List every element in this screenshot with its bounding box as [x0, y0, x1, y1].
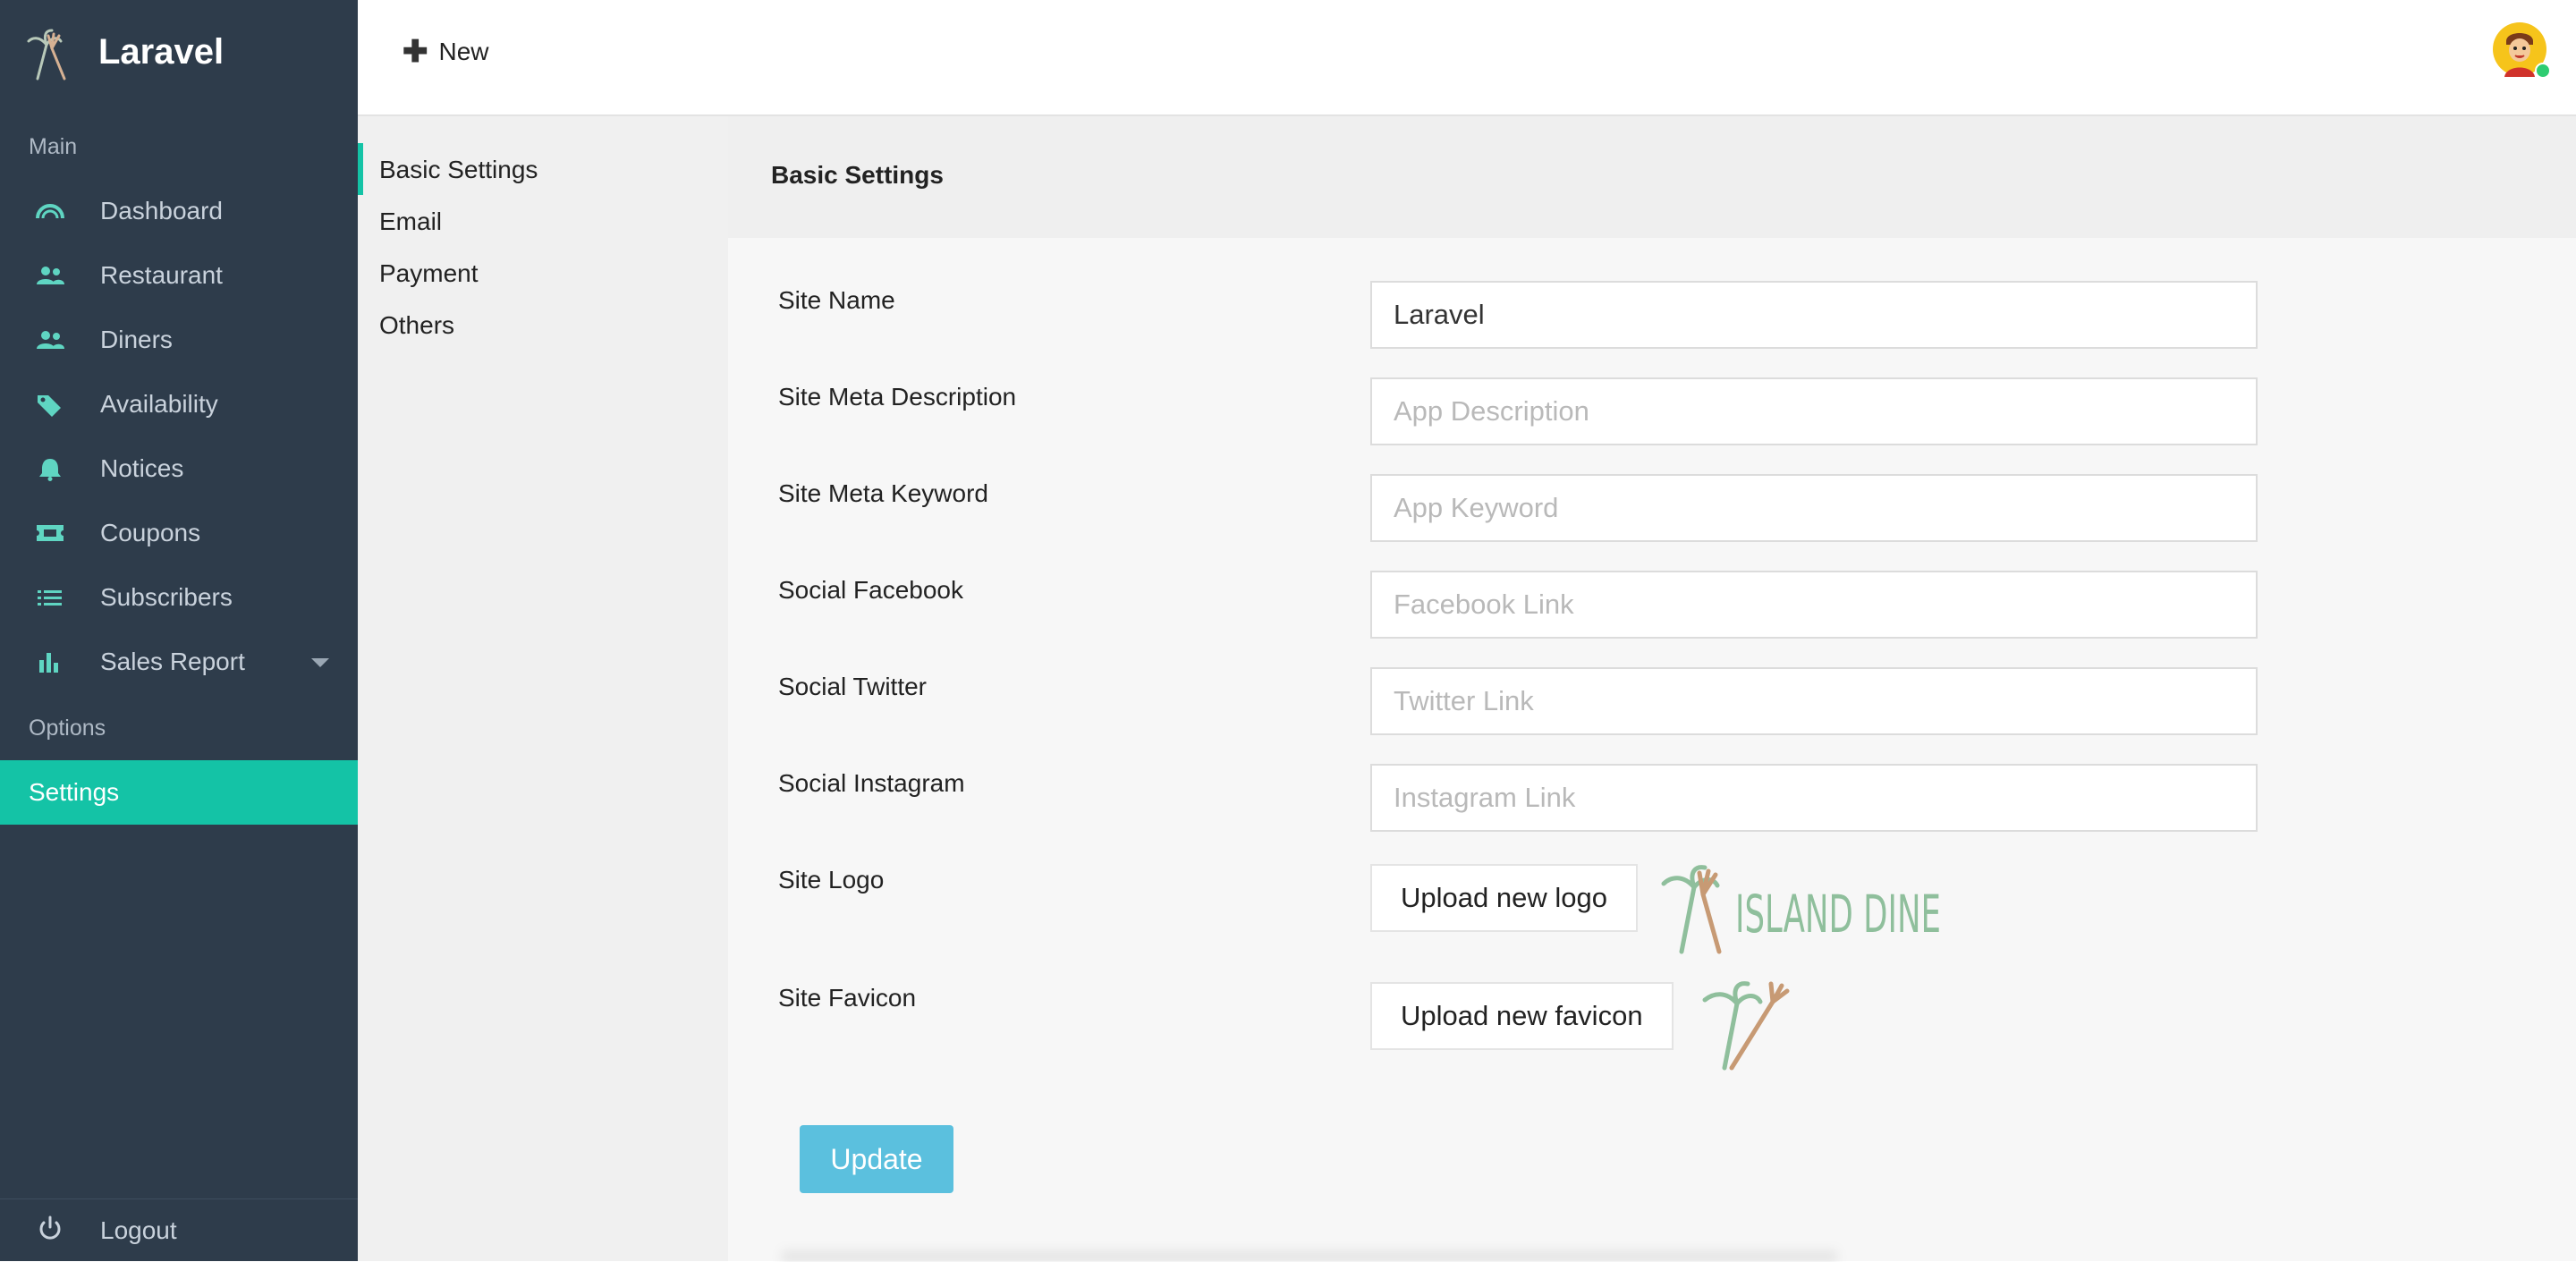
sidebar-item-notices[interactable]: Notices: [0, 436, 358, 501]
sidebar-item-coupons[interactable]: Coupons: [0, 501, 358, 565]
sidebar: Laravel Main Dashboard Restaurant Diners: [0, 0, 358, 1261]
online-status-dot: [2535, 63, 2551, 79]
sidebar-item-settings[interactable]: Settings: [0, 760, 358, 825]
section-label-main: Main: [29, 134, 78, 159]
sidebar-item-label: Availability: [100, 390, 218, 418]
settings-nav-email[interactable]: Email: [379, 208, 442, 236]
settings-form-panel: Basic Settings Site Name Site Meta Descr…: [728, 116, 2576, 1261]
settings-nav-payment[interactable]: Payment: [379, 259, 479, 288]
active-indicator: [358, 143, 363, 195]
sidebar-item-subscribers[interactable]: Subscribers: [0, 565, 358, 630]
plus-icon: ✚: [402, 35, 428, 69]
sidebar-item-label: Diners: [100, 326, 173, 353]
social-twitter-label: Social Twitter: [778, 673, 927, 700]
tags-icon: [38, 395, 61, 417]
logout-label: Logout: [100, 1216, 177, 1244]
new-button-label: New: [438, 38, 489, 65]
sidebar-item-label: Sales Report: [100, 648, 245, 675]
chevron-down-icon[interactable]: [311, 658, 329, 667]
sidebar-item-sales-report[interactable]: Sales Report: [0, 630, 358, 694]
social-facebook-label: Social Facebook: [778, 576, 964, 604]
favicon-preview-icon: [1702, 981, 1790, 1071]
social-twitter-input[interactable]: [1370, 667, 2258, 735]
brand-name: Laravel: [98, 32, 225, 72]
site-meta-description-input[interactable]: [1370, 377, 2258, 445]
sidebar-item-availability[interactable]: Availability: [0, 372, 358, 436]
users-icon: [37, 331, 64, 349]
site-favicon-label: Site Favicon: [778, 984, 917, 1012]
page-title: Basic Settings: [771, 161, 944, 189]
upload-favicon-button[interactable]: Upload new favicon: [1370, 982, 1674, 1050]
settings-nav-others[interactable]: Others: [379, 311, 454, 340]
sidebar-item-diners[interactable]: Diners: [0, 308, 358, 372]
palm-fork-logo-icon: [27, 29, 66, 80]
avatar[interactable]: [2492, 21, 2551, 79]
site-logo-label: Site Logo: [778, 866, 885, 894]
social-facebook-input[interactable]: [1370, 571, 2258, 639]
sidebar-item-restaurant[interactable]: Restaurant: [0, 243, 358, 308]
settings-nav-basic-settings[interactable]: Basic Settings: [379, 156, 538, 184]
logout-button[interactable]: Logout: [0, 1198, 358, 1262]
brand[interactable]: Laravel: [0, 0, 358, 107]
sidebar-item-label: Subscribers: [100, 583, 233, 611]
sidebar-item-label: Notices: [100, 454, 184, 482]
sidebar-item-label: Settings: [29, 778, 120, 806]
site-meta-description-label: Site Meta Description: [778, 383, 1017, 411]
panel-header: Basic Settings: [728, 116, 2576, 238]
update-button[interactable]: Update: [800, 1125, 953, 1193]
island-dine-logo: ISLAND DINE: [1661, 865, 1941, 954]
site-name-input[interactable]: [1370, 281, 2258, 349]
social-instagram-input[interactable]: [1370, 764, 2258, 832]
site-meta-keyword-label: Site Meta Keyword: [778, 479, 988, 507]
site-meta-keyword-input[interactable]: [1370, 474, 2258, 542]
site-name-label: Site Name: [778, 286, 895, 314]
ticket-icon: [37, 525, 64, 541]
top-bar: ✚ New: [358, 0, 2576, 116]
bell-icon: [39, 459, 61, 481]
sidebar-item-dashboard[interactable]: Dashboard: [0, 179, 358, 243]
list-icon: [38, 590, 62, 606]
logo-text: ISLAND DINE: [1735, 884, 1941, 944]
panel-shadow: [782, 1247, 1837, 1261]
section-label-options: Options: [29, 716, 106, 741]
settings-nav: Basic Settings Email Payment Others: [358, 116, 728, 1261]
power-icon: [39, 1215, 61, 1240]
social-instagram-label: Social Instagram: [778, 769, 965, 797]
sidebar-item-label: Dashboard: [100, 197, 223, 224]
sidebar-item-label: Restaurant: [100, 261, 223, 289]
users-icon: [37, 267, 64, 284]
dashboard-gauge-icon: [36, 204, 64, 219]
sidebar-item-label: Coupons: [100, 519, 201, 546]
upload-logo-button[interactable]: Upload new logo: [1370, 864, 1638, 932]
bar-chart-icon: [39, 653, 58, 673]
new-button[interactable]: ✚ New: [402, 34, 489, 70]
